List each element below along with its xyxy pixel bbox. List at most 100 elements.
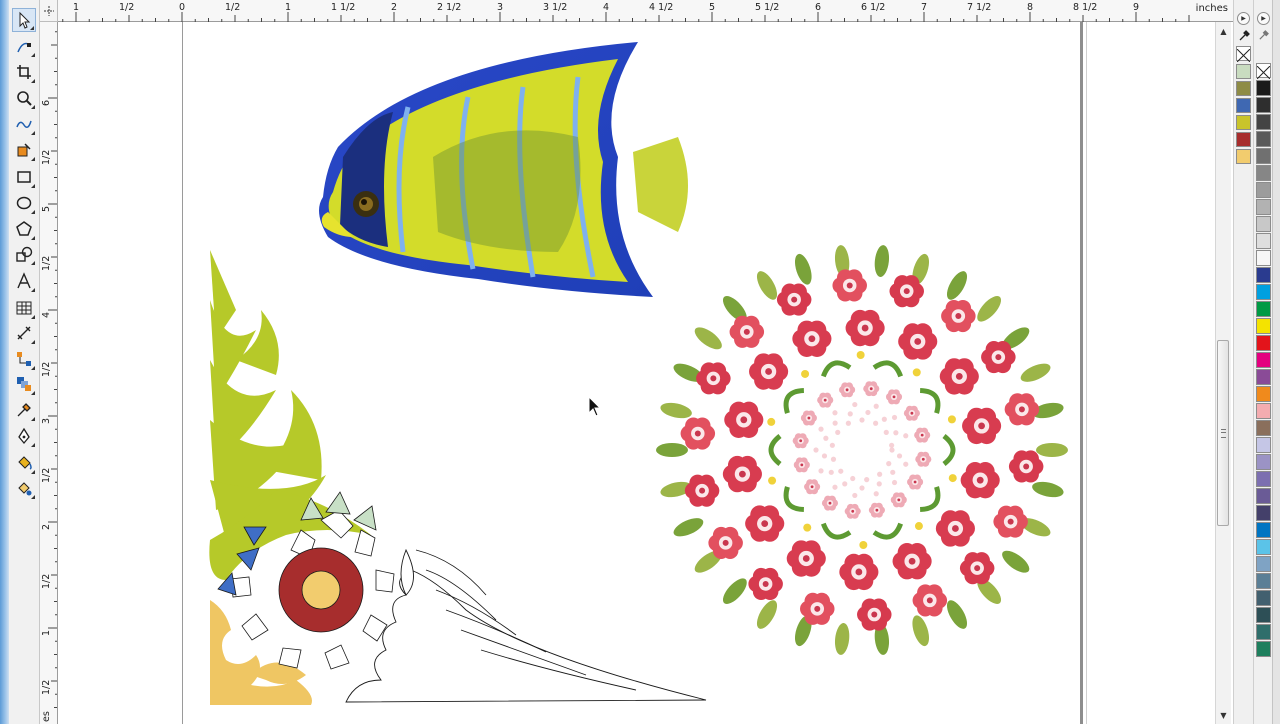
palette-color-swatch[interactable] — [1256, 267, 1271, 283]
corner-ornament[interactable] — [206, 250, 726, 710]
smart-fill-tool[interactable] — [12, 138, 36, 162]
palette-color-swatch[interactable] — [1256, 301, 1271, 317]
faded-dot — [821, 453, 828, 459]
zoom-tool[interactable] — [12, 86, 36, 110]
outline-pen-tool[interactable] — [12, 424, 36, 448]
palette-color-swatch[interactable] — [1256, 114, 1271, 130]
palette-color-swatch[interactable] — [1256, 216, 1271, 232]
eyedropper-icon[interactable] — [1236, 28, 1251, 43]
scroll-up-button[interactable]: ▲ — [1217, 24, 1230, 38]
document-color-swatch[interactable] — [1236, 64, 1251, 79]
v-ruler-label: 6 — [41, 99, 52, 106]
palette-color-swatch[interactable] — [1256, 199, 1271, 215]
rectangle-tool[interactable] — [12, 165, 36, 189]
v-ruler-label: 1/2 — [41, 467, 52, 483]
fill-tool[interactable] — [12, 451, 36, 475]
document-color-swatch[interactable] — [1236, 81, 1251, 96]
window-right-edge — [1272, 0, 1280, 724]
connector-tool[interactable] — [12, 347, 36, 371]
palette-no-color-x-icon — [1256, 65, 1271, 80]
mid-flower-dot — [978, 422, 985, 430]
outline-fan-ornament — [345, 548, 707, 703]
text-tool[interactable] — [12, 269, 36, 293]
palette-color-swatch[interactable] — [1256, 454, 1271, 470]
palette-color-swatch[interactable] — [1256, 131, 1271, 147]
palette-color-swatch[interactable] — [1256, 335, 1271, 351]
palette-color-swatch[interactable] — [1256, 250, 1271, 266]
palette-color-swatch[interactable] — [1256, 182, 1271, 198]
green-swirl — [919, 387, 941, 414]
faded-dot — [828, 469, 834, 475]
palette-color-swatch[interactable] — [1256, 233, 1271, 249]
palette-color-swatch[interactable] — [1256, 165, 1271, 181]
palette-color-swatch[interactable] — [1256, 573, 1271, 589]
palette-color-swatch[interactable] — [1256, 505, 1271, 521]
palette-flyout-button[interactable]: ▶ — [1237, 12, 1250, 25]
palette-color-swatch[interactable] — [1256, 437, 1271, 453]
palette-color-swatch[interactable] — [1256, 284, 1271, 300]
palette-eyedropper-icon[interactable] — [1257, 29, 1270, 42]
wreath-leaf — [946, 271, 968, 300]
vertical-ruler[interactable]: 6 1/2 5 1/2 4 1/2 3 1/2 2 1/2 1 1/2 es — [40, 22, 58, 724]
scroll-down-button[interactable]: ▼ — [1217, 708, 1230, 722]
wreath-leaf — [756, 600, 778, 629]
palette-color-swatch[interactable] — [1256, 420, 1271, 436]
palette-color-swatch[interactable] — [1256, 641, 1271, 657]
horizontal-ruler[interactable]: inches 1 1/2 0 1/2 1 1 1/2 2 2 1/2 3 3 1/2 4 4 1/2 5… — [58, 0, 1236, 22]
palette-color-swatch[interactable] — [1256, 590, 1271, 606]
floral-wreath[interactable] — [656, 244, 1068, 656]
palette-color-swatch[interactable] — [1256, 624, 1271, 640]
faded-dot — [893, 430, 899, 436]
yellow-bud — [803, 523, 812, 532]
palette-color-swatch[interactable] — [1256, 352, 1271, 368]
palette-color-swatch[interactable] — [1256, 522, 1271, 538]
drawing-canvas[interactable] — [58, 22, 1215, 724]
palette-no-color-swatch[interactable] — [1256, 63, 1271, 80]
flyout-arrow-icon — [31, 417, 35, 421]
palette-color-swatch[interactable] — [1256, 80, 1271, 96]
yellow-bud — [859, 540, 868, 549]
ruler-origin[interactable] — [40, 0, 58, 22]
palette-color-swatch[interactable] — [1256, 403, 1271, 419]
palette-color-swatch[interactable] — [1256, 607, 1271, 623]
h-ruler-label: 9 — [1133, 2, 1140, 13]
scroll-thumb[interactable] — [1217, 340, 1229, 526]
flyout-arrow-icon — [31, 315, 35, 319]
palette-color-swatch[interactable] — [1256, 318, 1271, 334]
faded-dot — [864, 477, 870, 483]
palette-color-swatch[interactable] — [1256, 556, 1271, 572]
dimension-tool[interactable] — [12, 321, 36, 345]
eyedropper-tool[interactable] — [12, 398, 36, 422]
v-ruler-label: 1/2 — [41, 361, 52, 377]
no-color-swatch[interactable] — [1236, 46, 1251, 63]
ellipse-tool[interactable] — [12, 191, 36, 215]
interactive-fill-tool[interactable] — [12, 476, 36, 500]
shape-tool[interactable] — [12, 34, 36, 58]
green-swirl — [872, 360, 904, 378]
palette-color-swatch[interactable] — [1256, 148, 1271, 164]
table-tool[interactable] — [12, 296, 36, 320]
document-color-swatch[interactable] — [1236, 98, 1251, 113]
polygon-tool[interactable] — [12, 217, 36, 241]
h-ruler-label: 3 1/2 — [543, 2, 568, 13]
wreath-leaf — [673, 518, 704, 537]
palette-color-swatch[interactable] — [1256, 97, 1271, 113]
vertical-scrollbar[interactable]: ▲ ▼ — [1215, 22, 1231, 724]
faded-dot — [889, 447, 895, 453]
document-color-swatch[interactable] — [1236, 149, 1251, 164]
effects-tool[interactable] — [12, 372, 36, 396]
document-color-swatch[interactable] — [1236, 115, 1251, 130]
mouse-cursor-icon — [588, 396, 602, 417]
palette-color-swatch[interactable] — [1256, 369, 1271, 385]
palette-color-swatch[interactable] — [1256, 386, 1271, 402]
palette-color-swatch[interactable] — [1256, 539, 1271, 555]
basic-shapes-tool[interactable] — [12, 242, 36, 266]
color-palette-flyout-button[interactable]: ▶ — [1257, 12, 1270, 25]
wreath-leaf — [1002, 550, 1030, 573]
palette-color-swatch[interactable] — [1256, 488, 1271, 504]
freehand-tool[interactable] — [12, 112, 36, 136]
document-color-swatch[interactable] — [1236, 132, 1251, 147]
crop-tool[interactable] — [12, 60, 36, 84]
palette-color-swatch[interactable] — [1256, 471, 1271, 487]
pick-tool[interactable] — [12, 8, 36, 32]
